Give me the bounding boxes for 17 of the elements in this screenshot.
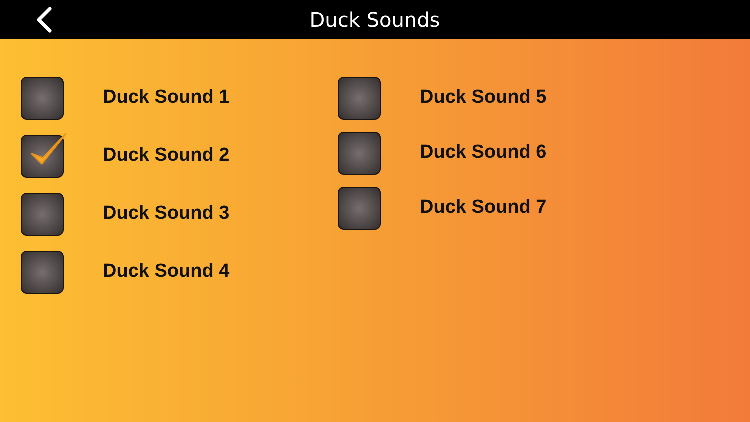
chevron-left-icon (34, 7, 54, 33)
sound-label: Duck Sound 1 (103, 87, 230, 109)
checkbox[interactable] (338, 186, 381, 230)
sound-label: Duck Sound 6 (420, 142, 547, 164)
checkbox[interactable] (21, 134, 64, 178)
checkbox[interactable] (338, 132, 381, 174)
checkbox[interactable] (338, 76, 381, 120)
sound-label: Duck Sound 2 (103, 145, 230, 167)
checkbox[interactable] (21, 192, 64, 236)
sound-label: Duck Sound 3 (103, 203, 230, 225)
sound-label: Duck Sound 4 (103, 261, 230, 283)
screen-title: Duck Sounds (310, 8, 440, 32)
sound-label: Duck Sound 5 (420, 87, 547, 109)
sound-label: Duck Sound 7 (420, 197, 547, 219)
back-button[interactable] (34, 7, 54, 33)
checkbox[interactable] (21, 76, 64, 120)
checkbox[interactable] (21, 250, 64, 294)
